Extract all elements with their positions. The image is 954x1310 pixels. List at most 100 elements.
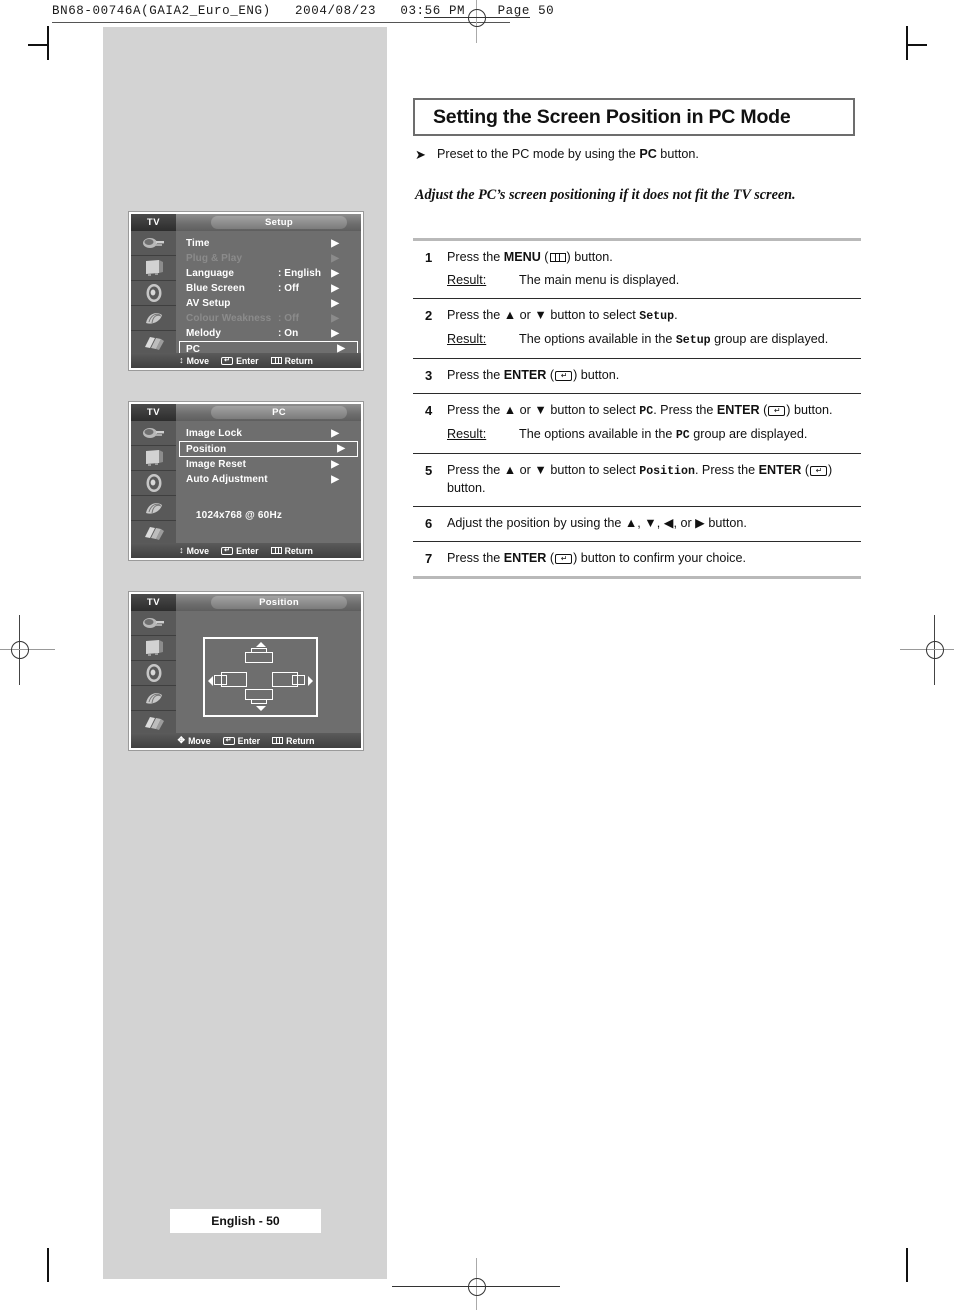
step-row: 2 Press the ▲ or ▼ button to select Setup… [413,299,861,359]
position-down-icon [243,689,277,714]
step-instruction: Press the ▲ or ▼ button to select PC. Pr… [447,402,861,420]
crop-mark-bottom-right-v [906,1248,908,1282]
step-text: button to select [546,403,640,417]
osd-item-value: : Off [278,313,300,324]
result-label: Result: [447,273,487,287]
menu-name-text: Position [639,465,695,478]
osd-hint-enter: ↵ Enter [221,546,259,556]
step-text: Press the [447,463,504,477]
osd-hint-return-label: Return [286,735,315,746]
osd-item-label: Blue Screen [186,283,245,294]
osd-footer-hints: ✥ Move ↵ Enter Return [131,733,361,748]
position-right-icon [271,671,313,689]
tv-set-icon [131,636,176,661]
step-text: Press the [447,308,504,322]
step-text: ▲ [503,308,517,322]
step-body: Press the ENTER (↵) button to confirm yo… [447,550,861,567]
osd-body: Image Lock ▶ Position ▶ Image Reset ▶ Auto Adj… [131,421,361,546]
step-number: 6 [425,516,433,531]
osd-item[interactable]: Image Reset ▶ [186,457,357,472]
tv-set-icon [131,446,176,471]
registration-mark-top [424,0,530,43]
osd-item[interactable]: Image Lock ▶ [186,426,357,441]
step-text: Press the [447,368,504,382]
step-number: 2 [425,308,433,323]
osd-item-label: Image Reset [186,459,247,470]
step-text: button. [704,516,747,530]
plug-icon [131,611,176,636]
page-number-chip: English - 50 [170,1209,321,1233]
osd-item-selected[interactable]: Position ▶ [179,441,358,457]
osd-item[interactable]: Auto Adjustment ▶ [186,472,357,487]
osd-hint-move: ✥ Move [178,736,211,746]
osd-body: Time ▶ Plug & Play ▶ Language: English ▶ Blue … [131,231,361,357]
menu-name-text: PC [675,429,690,442]
step-text: , [656,516,664,530]
crop-mark-top-left-h [28,44,48,46]
osd-item-label: Colour Weakness [186,313,272,324]
chevron-right-icon: ▶ [331,252,339,264]
osd-item-list: Image Lock ▶ Position ▶ Image Reset ▶ Auto Adj… [176,421,361,543]
step-row: 4 Press the ▲ or ▼ button to select PC. P… [413,394,861,454]
osd-item[interactable]: Blue Screen: Off ▶ [186,281,357,296]
osd-item-value: : Off [278,283,300,294]
step-text: Press the [447,403,504,417]
arrow-bullet-icon: ➤ [415,147,426,162]
tv-set-icon [131,256,176,281]
intro-note: ➤ Preset to the PC mode by using the PC … [415,146,863,163]
step-text: ▲ [503,463,517,477]
osd-hint-move-label: Move [186,545,210,556]
step-text: Adjust the position by using the [447,516,625,530]
osd-hint-return-label: Return [284,545,313,556]
osd-item[interactable]: Colour Weakness: Off ▶ [186,311,357,326]
crop-mark-top-right-v [906,26,908,60]
osd-item[interactable]: Time ▶ [186,236,357,251]
osd-item[interactable]: Plug & Play ▶ [186,251,357,266]
chevron-right-icon: ▶ [331,458,339,470]
step-row: 5 Press the ▲ or ▼ button to select Posit… [413,454,861,507]
osd-titlebar: TV PC [131,404,361,421]
enter-key-icon: ↵ [555,371,573,381]
osd-source-label: TV [131,404,176,421]
step-text: Press the [447,250,504,264]
osd-hint-return: Return [270,356,313,366]
step-text: group are displayed. [689,427,808,441]
osd-hint-enter: ↵ Enter [221,356,259,366]
osd-menu-tab: Position [211,596,347,609]
registration-mark-right [900,615,954,685]
updown-arrow-icon: ↕ [179,545,184,555]
emphasis-text: MENU [503,250,541,264]
step-text: ( [546,551,555,565]
step-instruction: Press the ENTER (↵) button. [447,367,861,384]
steps-bottom-rule [413,576,861,579]
step-instruction: Press the ▲ or ▼ button to select Positi… [447,462,861,497]
chevron-right-icon: ▶ [331,297,339,309]
osd-titlebar: TV Setup [131,214,361,231]
step-number: 3 [425,368,433,383]
position-left-icon [208,671,250,689]
osd-item[interactable]: Melody: On ▶ [186,326,357,341]
step-text: button to select [546,463,640,477]
osd-item-label: Time [186,238,210,249]
print-header-rule [52,22,510,23]
enter-key-icon: ↵ [768,406,786,416]
step-number: 5 [425,463,433,478]
step-text: . Press the [694,463,759,477]
step-text: ) button. [566,250,613,264]
step-text: or [516,463,535,477]
step-text: ) button. [573,368,620,382]
step-number: 1 [425,250,433,265]
menu-name-text: Setup [639,310,675,323]
plug-icon [131,421,176,446]
step-text: The options available in the [519,332,676,346]
osd-item-label: Melody [186,328,222,339]
osd-hint-move: ↕ Move [179,546,209,556]
osd-item-label: AV Setup [186,298,231,309]
osd-item[interactable]: Language: English ▶ [186,266,357,281]
chevron-right-icon: ▶ [331,473,339,485]
osd-hint-move: ↕ Move [179,356,209,366]
osd-icon-column [131,421,176,546]
osd-item[interactable]: AV Setup ▶ [186,296,357,311]
osd-item-label: Image Lock [186,428,243,439]
osd-icon-column [131,231,176,356]
